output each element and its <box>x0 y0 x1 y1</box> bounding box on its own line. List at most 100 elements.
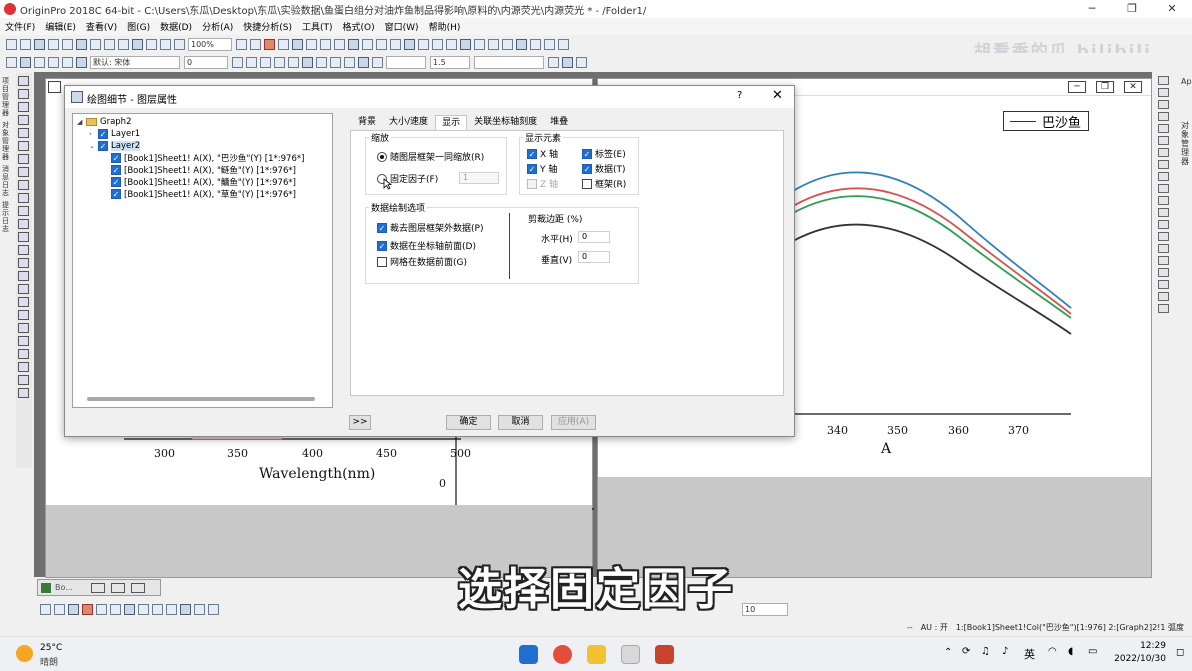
menu-format[interactable]: 格式(O) <box>338 20 380 33</box>
tab-display[interactable]: 显示 <box>435 115 468 130</box>
show-y-axis-option[interactable]: ✓ Y 轴 <box>527 162 557 175</box>
maximize-button[interactable]: ❐ <box>1112 0 1152 18</box>
menu-window[interactable]: 窗口(W) <box>380 20 424 33</box>
move-left-icon[interactable] <box>516 38 527 50</box>
code-builder-icon[interactable] <box>264 38 275 50</box>
grid-in-front-checkbox[interactable] <box>377 256 387 267</box>
object-manager-tab[interactable]: 对象管理器 <box>2 121 11 161</box>
clock-date[interactable]: 2022/10/30 <box>1108 654 1166 664</box>
flip-icon[interactable] <box>1158 292 1169 301</box>
fill-color-icon[interactable] <box>358 56 369 68</box>
merge-graph-icon[interactable] <box>362 38 373 50</box>
mask-icon[interactable] <box>18 154 29 164</box>
arrange-layer-icon[interactable] <box>1158 100 1169 109</box>
italic-icon[interactable] <box>246 56 257 68</box>
tree-plot-item[interactable]: ✓ [Book1]Sheet1! A(X), "草鱼"(Y) [1*:976*] <box>111 188 296 200</box>
clip-data-option[interactable]: ✓ 裁去图层框架外数据(P) <box>377 221 483 234</box>
group-icon[interactable] <box>1158 172 1169 181</box>
frame-checkbox[interactable] <box>582 178 592 189</box>
show-x-axis-option[interactable]: ✓ X 轴 <box>527 147 558 160</box>
align-bottom-icon[interactable] <box>1158 148 1169 157</box>
back-icon[interactable] <box>1158 208 1169 217</box>
smiley-icon[interactable] <box>558 38 569 50</box>
text-icon[interactable] <box>18 180 29 190</box>
fill-icon[interactable] <box>34 56 45 68</box>
results-log-icon[interactable] <box>278 38 289 50</box>
x-axis-checkbox[interactable]: ✓ <box>527 148 537 159</box>
tab-stack[interactable]: 堆叠 <box>544 115 574 130</box>
front-icon[interactable] <box>1158 196 1169 205</box>
data-reader-icon[interactable] <box>18 128 29 138</box>
tree-plot-item[interactable]: ✓ [Book1]Sheet1! A(X), "鳙鱼"(Y) [1*:976*] <box>111 176 296 188</box>
align-top-icon[interactable] <box>1158 136 1169 145</box>
copy-format-icon[interactable] <box>48 56 59 68</box>
region-icon[interactable] <box>18 245 29 255</box>
same-height-icon[interactable] <box>1158 256 1169 265</box>
minimize-button[interactable]: ─ <box>1072 0 1112 18</box>
hint-log-tab[interactable]: 提示日志 <box>2 201 11 233</box>
axis-x-icon[interactable] <box>460 38 471 50</box>
axis-z-icon[interactable] <box>488 38 499 50</box>
same-width-icon[interactable] <box>1158 244 1169 253</box>
duplicate-icon[interactable] <box>250 38 261 50</box>
status-au[interactable]: AU : 开 <box>921 622 948 633</box>
statistics-icon[interactable] <box>432 38 443 50</box>
bucket-icon[interactable] <box>18 310 29 320</box>
align-left-icon[interactable] <box>1158 112 1169 121</box>
powerpoint-icon[interactable] <box>655 645 674 664</box>
open-template-icon[interactable] <box>118 38 129 50</box>
zoom-icon[interactable] <box>18 89 29 99</box>
plot-checkbox[interactable]: ✓ <box>111 177 121 187</box>
rectangle-icon[interactable] <box>18 232 29 242</box>
menu-graph[interactable]: 图(G) <box>122 20 155 33</box>
marker-icon[interactable] <box>576 56 587 68</box>
volume-icon[interactable]: ◖ <box>1068 646 1073 657</box>
layer-tool-icon[interactable] <box>18 323 29 333</box>
move-right-icon[interactable] <box>530 38 541 50</box>
worksheet-icon[interactable] <box>6 56 17 68</box>
tab-link-axes-scales[interactable]: 关联坐标轴刻度 <box>468 115 543 130</box>
show-labels-option[interactable]: ✓ 标签(E) <box>582 147 626 160</box>
close-button[interactable]: ✕ <box>1152 0 1192 18</box>
new-project-icon[interactable] <box>6 38 17 50</box>
new-notes-icon[interactable] <box>62 38 73 50</box>
align-right-icon[interactable] <box>1158 124 1169 133</box>
menu-edit[interactable]: 编辑(E) <box>40 20 81 33</box>
object-edit-icon[interactable] <box>1158 160 1169 169</box>
pointer-icon[interactable] <box>18 76 29 86</box>
line-icon[interactable] <box>18 219 29 229</box>
menu-help[interactable]: 帮助(H) <box>424 20 466 33</box>
draw-data-icon[interactable] <box>18 167 29 177</box>
data-in-front-option[interactable]: ✓ 数据在坐标轴前面(D) <box>377 239 476 252</box>
data-in-front-checkbox[interactable]: ✓ <box>377 240 387 251</box>
vertical-margin-input[interactable]: 0 <box>578 251 610 263</box>
layer-tool-icon[interactable] <box>1158 88 1169 97</box>
cancel-button[interactable]: 取消 <box>498 415 543 430</box>
filter-icon[interactable] <box>446 38 457 50</box>
apps-tab[interactable]: Apps <box>1181 77 1192 86</box>
line-style-select[interactable] <box>386 55 426 69</box>
menu-data[interactable]: 数据(D) <box>155 20 197 33</box>
project-manager-tab[interactable]: 项目管理器 <box>2 77 11 117</box>
function-icon[interactable] <box>90 38 101 50</box>
underline-icon[interactable] <box>260 56 271 68</box>
tree-plot-item[interactable]: ✓ [Book1]Sheet1! A(X), "巴沙鱼"(Y) [1*:976*… <box>111 152 304 164</box>
origin-taskbar-icon[interactable] <box>621 645 640 664</box>
set-xy-icon[interactable] <box>404 38 415 50</box>
axis-y-icon[interactable] <box>474 38 485 50</box>
data-checkbox[interactable]: ✓ <box>582 163 592 174</box>
anchor-icon[interactable] <box>1158 304 1169 313</box>
backward-icon[interactable] <box>1158 232 1169 241</box>
graph-tool-icon[interactable] <box>1158 76 1169 85</box>
font-color-icon[interactable] <box>316 56 327 68</box>
tab-background[interactable]: 背景 <box>352 115 382 130</box>
windows-start-icon[interactable] <box>519 645 538 664</box>
new-layout-icon[interactable] <box>76 38 87 50</box>
collapse-toggle[interactable]: ⌄ <box>89 142 98 150</box>
recalculate-icon[interactable] <box>174 38 185 50</box>
plot-icon[interactable] <box>20 56 31 68</box>
graph2-maximize-button[interactable]: ❐ <box>1096 81 1114 93</box>
sync-icon[interactable]: ⟳ <box>962 646 970 657</box>
text-tool-icon[interactable] <box>76 56 87 68</box>
menu-quick-analysis[interactable]: 快捷分析(S) <box>238 20 297 33</box>
